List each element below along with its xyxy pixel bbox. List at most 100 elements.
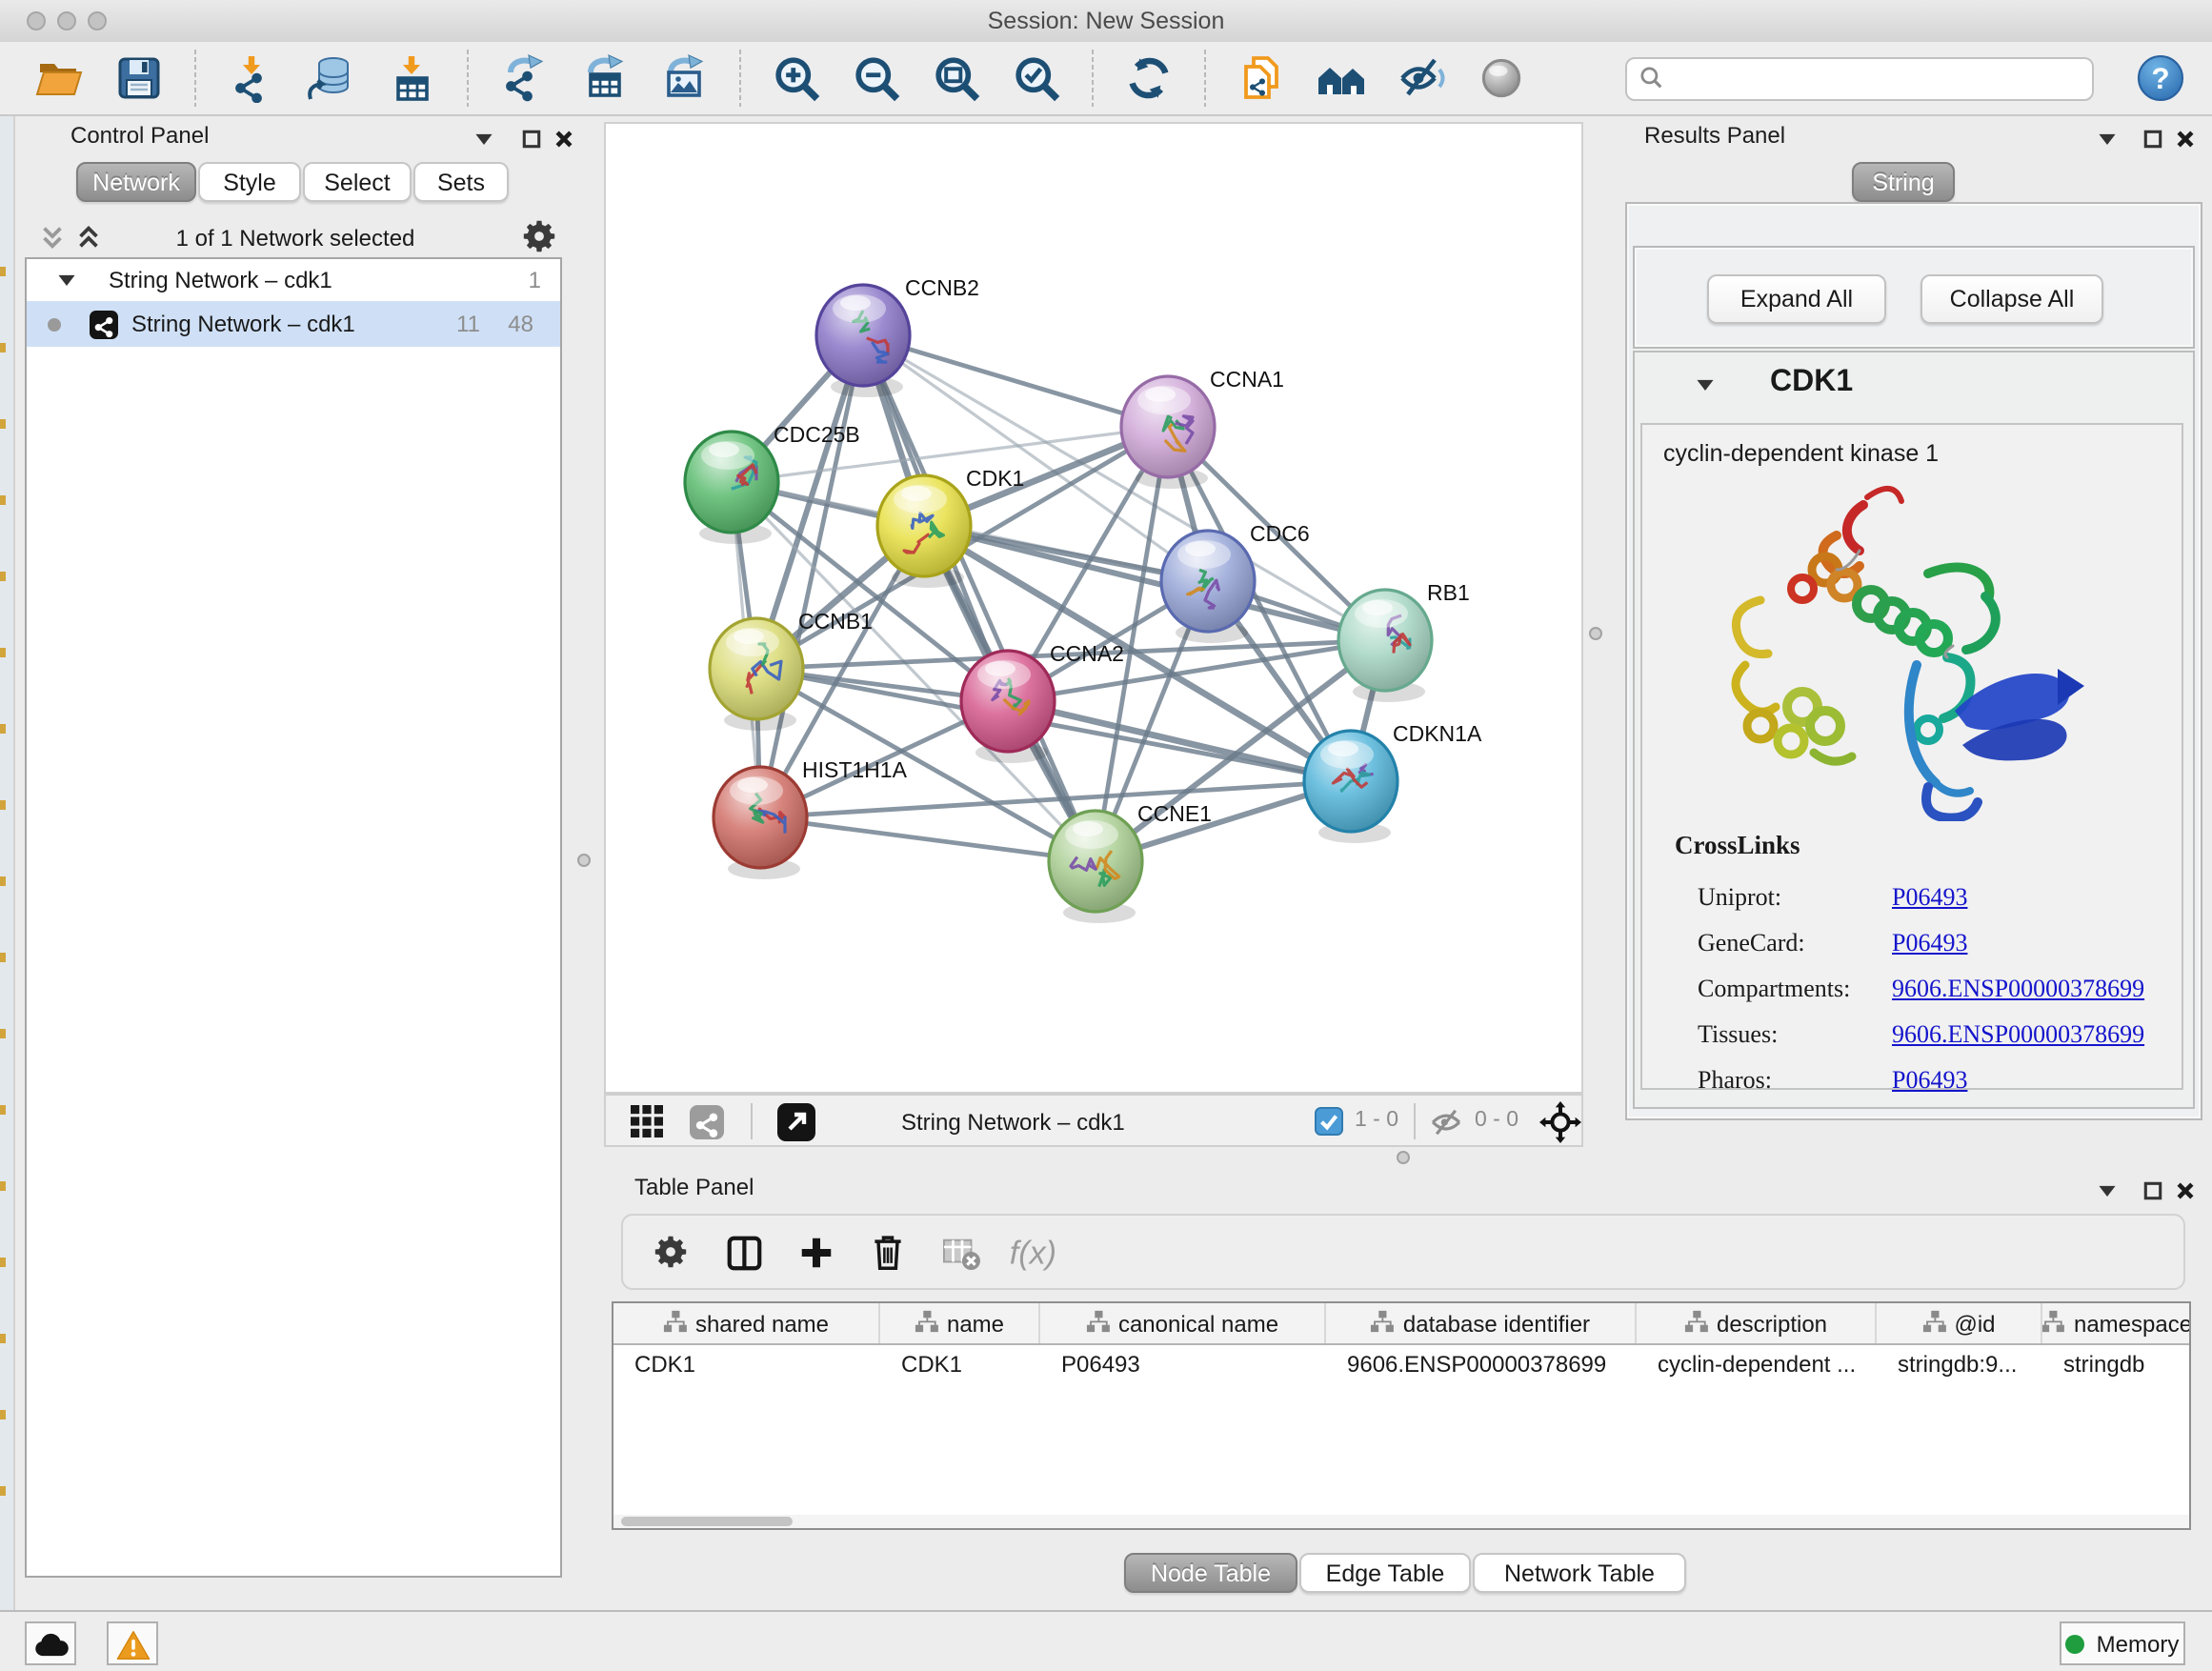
- export-image-icon[interactable]: [655, 50, 713, 107]
- delete-column-icon[interactable]: [859, 1227, 916, 1277]
- export-network-icon[interactable]: [495, 50, 553, 107]
- strip-dash: [0, 724, 6, 734]
- network-canvas[interactable]: CCNB2CCNA1CDC25BCDK1CDC6RB1CCNB1CCNA2CDK…: [604, 122, 1583, 1094]
- network-node-HIST1H1A[interactable]: HIST1H1A: [714, 757, 908, 879]
- tab-edge-table[interactable]: Edge Table: [1299, 1553, 1471, 1593]
- network-overview-icon[interactable]: [690, 1105, 724, 1139]
- table-panel-menu-icon[interactable]: [2094, 1178, 2121, 1204]
- table-cell[interactable]: cyclin-dependent ...: [1637, 1345, 1877, 1383]
- cdk1-expander-icon[interactable]: [1694, 372, 1719, 396]
- network-node-CDKN1A[interactable]: CDKN1A: [1304, 721, 1482, 843]
- inspect-ball-icon[interactable]: [1473, 50, 1530, 107]
- tab-string[interactable]: String: [1852, 162, 1955, 202]
- birds-eye-grid-icon[interactable]: [631, 1105, 665, 1139]
- column-header-name[interactable]: name: [880, 1303, 1040, 1343]
- protein-structure-image: [1703, 482, 2084, 821]
- strip-dash: [0, 1334, 6, 1343]
- table-cell[interactable]: stringdb: [2042, 1345, 2191, 1383]
- control-panel-close-icon[interactable]: [551, 126, 577, 152]
- export-table-icon[interactable]: [575, 50, 633, 107]
- import-table-icon[interactable]: [383, 50, 440, 107]
- network-node-CCNA1[interactable]: CCNA1: [1121, 367, 1284, 489]
- collapse-all-icon[interactable]: [38, 223, 69, 253]
- tab-network[interactable]: Network: [76, 162, 196, 202]
- network-node-CCNB1[interactable]: CCNB1: [710, 609, 873, 731]
- control-panel-menu-icon[interactable]: [471, 126, 497, 152]
- open-in-window-icon[interactable]: [777, 1103, 815, 1141]
- column-header-@id[interactable]: @id: [1877, 1303, 2042, 1343]
- column-header-canonical-name[interactable]: canonical name: [1040, 1303, 1326, 1343]
- left-splitter-handle[interactable]: [577, 854, 591, 867]
- selected-count-checkbox-icon[interactable]: [1315, 1107, 1343, 1136]
- results-panel-close-icon[interactable]: [2172, 126, 2199, 152]
- edge-CCNB2-CCNE1[interactable]: [863, 335, 1096, 861]
- zoom-selected-icon[interactable]: [1008, 50, 1065, 107]
- table-row[interactable]: CDK1CDK1P064939606.ENSP00000378699cyclin…: [613, 1345, 2189, 1383]
- table-settings-gear-icon[interactable]: [642, 1227, 699, 1277]
- open-session-icon[interactable]: [30, 50, 88, 107]
- tab-style[interactable]: Style: [198, 162, 301, 202]
- expand-all-icon[interactable]: [74, 223, 105, 253]
- search-input[interactable]: [1673, 65, 2081, 91]
- tab-sets[interactable]: Sets: [413, 162, 509, 202]
- refresh-icon[interactable]: [1120, 50, 1177, 107]
- memory-button[interactable]: Memory: [2060, 1621, 2185, 1665]
- crosslinks-list: Uniprot:P06493GeneCard:P06493Compartment…: [1698, 875, 2170, 1103]
- table-cell[interactable]: 9606.ENSP00000378699: [1326, 1345, 1637, 1383]
- network-node-RB1[interactable]: RB1: [1338, 580, 1470, 702]
- expand-all-button[interactable]: Expand All: [1707, 274, 1886, 324]
- table-panel-close-icon[interactable]: [2172, 1178, 2199, 1204]
- fit-selected-crosshair-icon[interactable]: [1539, 1101, 1581, 1143]
- column-header-namespace[interactable]: namespace: [2042, 1303, 2191, 1343]
- import-database-icon[interactable]: [303, 50, 360, 107]
- bottom-splitter-handle[interactable]: [1397, 1151, 1410, 1164]
- help-button[interactable]: ?: [2132, 50, 2189, 107]
- zoom-in-icon[interactable]: [768, 50, 825, 107]
- right-splitter-handle[interactable]: [1589, 627, 1602, 640]
- show-hide-icon[interactable]: [1393, 50, 1450, 107]
- tab-select[interactable]: Select: [303, 162, 412, 202]
- column-header-database-identifier[interactable]: database identifier: [1326, 1303, 1637, 1343]
- zoom-out-icon[interactable]: [848, 50, 905, 107]
- control-panel-float-icon[interactable]: [518, 126, 545, 152]
- table-cell[interactable]: stringdb:9...: [1877, 1345, 2042, 1383]
- edge-HIST1H1A-CCNE1[interactable]: [760, 817, 1096, 861]
- table-panel-float-icon[interactable]: [2140, 1178, 2166, 1204]
- warnings-button[interactable]: [107, 1621, 158, 1665]
- zoom-fit-icon[interactable]: [928, 50, 985, 107]
- crosslink-value-link[interactable]: P06493: [1892, 928, 1967, 958]
- crosslink-value-link[interactable]: 9606.ENSP00000378699: [1892, 1019, 2144, 1050]
- search-box[interactable]: [1625, 56, 2094, 100]
- tab-node-table[interactable]: Node Table: [1124, 1553, 1297, 1593]
- results-panel-menu-icon[interactable]: [2094, 126, 2121, 152]
- column-header-description[interactable]: description: [1637, 1303, 1877, 1343]
- copy-document-icon[interactable]: [1233, 50, 1290, 107]
- crosslink-value-link[interactable]: P06493: [1892, 882, 1967, 913]
- strip-dash: [0, 1029, 6, 1038]
- table-horizontal-scrollbar[interactable]: [613, 1515, 2189, 1528]
- collection-expander-icon[interactable]: [55, 269, 78, 292]
- import-network-icon[interactable]: [223, 50, 280, 107]
- hidden-count-eye-icon[interactable]: [1429, 1105, 1463, 1139]
- network-collection-row[interactable]: String Network – cdk1 1: [27, 259, 560, 301]
- network-node-CCNB2[interactable]: CCNB2: [816, 275, 979, 397]
- crosslink-value-link[interactable]: 9606.ENSP00000378699: [1892, 974, 2144, 1004]
- network-node-CCNE1[interactable]: CCNE1: [1049, 801, 1212, 923]
- tab-network-table[interactable]: Network Table: [1473, 1553, 1686, 1593]
- network-options-gear-icon[interactable]: [522, 219, 556, 253]
- show-columns-icon[interactable]: [714, 1227, 772, 1277]
- cloud-status-button[interactable]: [25, 1621, 76, 1665]
- table-cell[interactable]: P06493: [1040, 1345, 1326, 1383]
- scrollbar-thumb[interactable]: [621, 1517, 793, 1526]
- network-row-selected[interactable]: String Network – cdk1 11 48: [27, 301, 560, 347]
- add-column-icon[interactable]: [787, 1227, 844, 1277]
- column-header-shared-name[interactable]: shared name: [613, 1303, 880, 1343]
- save-session-icon[interactable]: [111, 50, 168, 107]
- crosslink-value-link[interactable]: P06493: [1892, 1065, 1967, 1096]
- table-cell[interactable]: CDK1: [613, 1345, 880, 1383]
- collapse-all-button[interactable]: Collapse All: [1920, 274, 2103, 324]
- results-panel-float-icon[interactable]: [2140, 126, 2166, 152]
- strip-dash: [0, 1486, 6, 1496]
- home-first-neighbors-icon[interactable]: [1313, 50, 1370, 107]
- table-cell[interactable]: CDK1: [880, 1345, 1040, 1383]
